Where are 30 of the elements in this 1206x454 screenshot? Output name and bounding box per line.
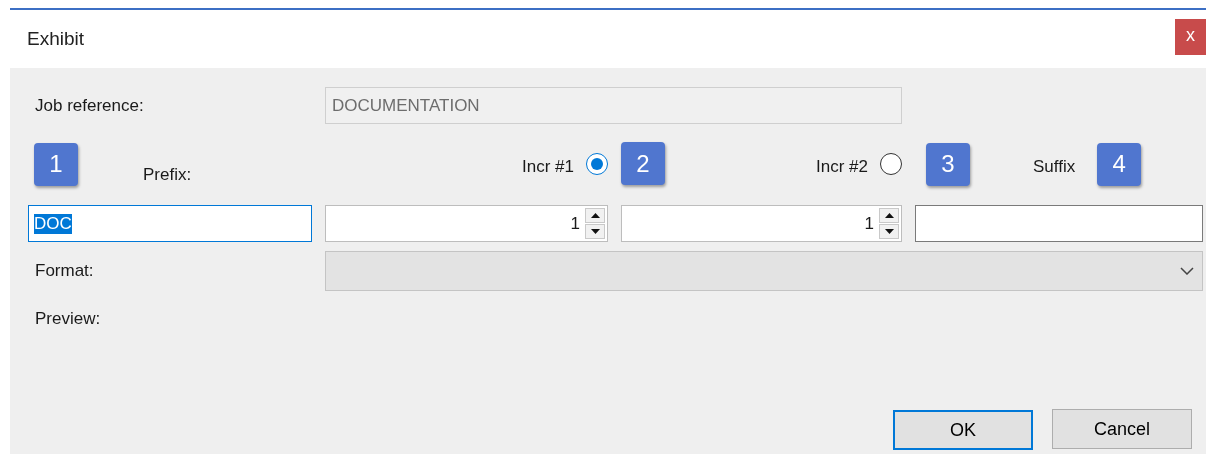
suffix-field[interactable]: [915, 205, 1203, 242]
field-label: Job reference:: [34, 95, 145, 116]
radio-button[interactable]: [880, 153, 902, 175]
field-label: Suffix: [1033, 157, 1076, 177]
spin-field[interactable]: 1: [325, 205, 608, 242]
down-arrow-icon: [590, 229, 600, 234]
field-label: Prefix:: [143, 165, 192, 185]
spin-down-button[interactable]: [585, 224, 605, 239]
spin-field[interactable]: 1: [621, 205, 902, 242]
cancel-button[interactable]: Cancel: [1052, 409, 1192, 449]
window-title: Exhibit: [27, 28, 85, 50]
radio-label: Incr #1: [522, 157, 574, 177]
ok-button[interactable]: OK: [893, 410, 1033, 450]
up-arrow-icon: [590, 213, 600, 218]
number-badge: 4: [1097, 142, 1142, 186]
number-badge: 2: [621, 142, 665, 185]
chevron-down-icon: [1180, 267, 1194, 275]
number-badge: 1: [34, 142, 78, 186]
spin-up-button[interactable]: [585, 208, 605, 223]
down-arrow-icon: [884, 229, 894, 234]
close-button[interactable]: x: [1175, 19, 1206, 55]
number-badge: 3: [926, 142, 970, 186]
radio-button[interactable]: [586, 153, 608, 175]
field-label: Preview:: [34, 309, 102, 329]
radio-label: Incr #2: [816, 157, 868, 177]
field-label: Format:: [34, 261, 95, 281]
spin-down-button[interactable]: [879, 224, 899, 239]
up-arrow-icon: [884, 213, 894, 218]
spin-up-button[interactable]: [879, 208, 899, 223]
prefix-field[interactable]: DOC: [28, 205, 312, 242]
